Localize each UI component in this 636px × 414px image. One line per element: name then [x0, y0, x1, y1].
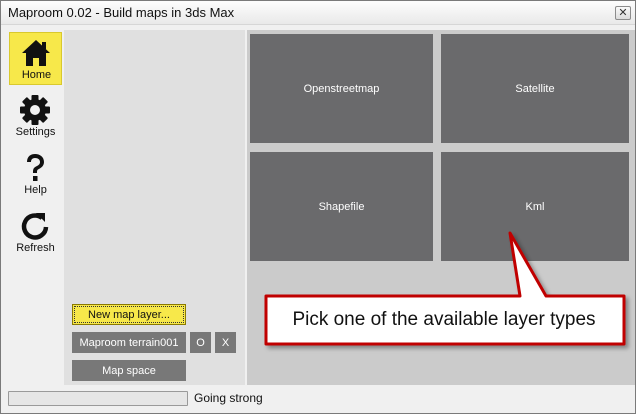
sidebar: Home Settings Help Refresh [9, 30, 64, 385]
sidebar-item-settings[interactable]: Settings [9, 90, 62, 143]
layer-type-satellite[interactable]: Satellite [441, 34, 629, 143]
progress-bar [8, 391, 188, 406]
app-window: Maproom 0.02 - Build maps in 3ds Max ✕ H… [0, 0, 636, 414]
layers-panel: New map layer... Maproom terrain001 O X … [64, 30, 245, 385]
status-text: Going strong [194, 391, 263, 405]
home-icon [22, 40, 50, 66]
sidebar-item-label: Help [24, 184, 47, 196]
new-map-layer-button[interactable]: New map layer... [72, 304, 186, 325]
map-space-button[interactable]: Map space [72, 360, 186, 381]
sidebar-item-label: Settings [15, 126, 56, 138]
layer-type-openstreetmap[interactable]: Openstreetmap [250, 34, 433, 143]
layer-type-shapefile[interactable]: Shapefile [250, 152, 433, 261]
refresh-icon [21, 213, 49, 240]
layer-item-button[interactable]: Maproom terrain001 [72, 332, 186, 353]
help-icon [27, 154, 44, 181]
sidebar-item-label: Home [21, 69, 52, 81]
sidebar-item-home[interactable]: Home [9, 32, 62, 85]
window-title: Maproom 0.02 - Build maps in 3ds Max [8, 5, 235, 20]
close-button[interactable]: ✕ [615, 6, 631, 20]
layer-delete-button[interactable]: X [215, 332, 236, 353]
callout-text: Pick one of the available layer types [292, 309, 596, 330]
layer-toggle-button[interactable]: O [190, 332, 211, 353]
status-bar: Going strong [1, 387, 635, 413]
sidebar-item-help[interactable]: Help [9, 148, 62, 201]
sidebar-item-refresh[interactable]: Refresh [9, 206, 62, 259]
gear-icon [20, 95, 50, 125]
sidebar-item-label: Refresh [16, 242, 55, 254]
layer-type-kml[interactable]: Kml [441, 152, 629, 261]
title-bar[interactable]: Maproom 0.02 - Build maps in 3ds Max ✕ [1, 1, 635, 25]
